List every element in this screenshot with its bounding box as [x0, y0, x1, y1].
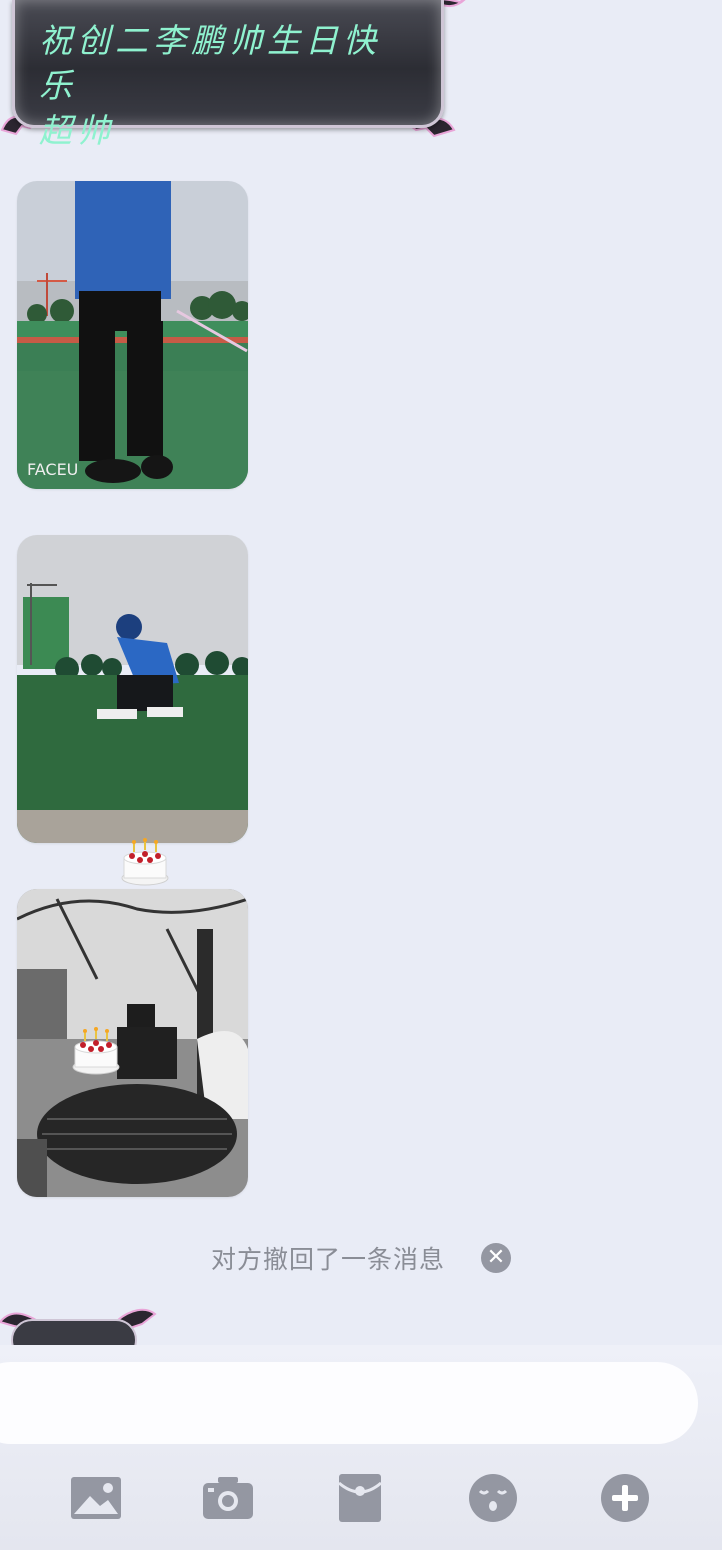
photo-message[interactable] — [17, 535, 248, 843]
image-button[interactable] — [68, 1470, 124, 1526]
composer-toolbar — [0, 1470, 722, 1530]
message-text: 祝创二李鹏帅生日快乐 超帅 — [39, 21, 381, 150]
recall-notice-text: 对方撤回了一条消息 — [210, 1245, 445, 1274]
cake-icon — [121, 838, 169, 886]
photo-standing-on-field: FACEU — [17, 181, 248, 489]
cake-icon — [72, 1027, 120, 1075]
birthday-cake-emoji — [71, 1027, 121, 1075]
composer-area — [0, 1345, 722, 1550]
plus-icon — [601, 1474, 649, 1522]
close-icon[interactable]: ✕ — [481, 1243, 511, 1273]
camera-button[interactable] — [200, 1470, 256, 1526]
birthday-cake-emoji — [120, 838, 170, 886]
svg-text:FACEU: FACEU — [27, 460, 78, 479]
red-packet-icon — [338, 1474, 382, 1522]
bat-wing-decoration-icon — [0, 1308, 157, 1345]
chat-area[interactable]: 祝创二李鹏帅生日快乐 超帅 FACEU 对方撤回了一条消息 ✕ — [0, 0, 722, 1345]
red-packet-button[interactable] — [332, 1470, 388, 1526]
photo-sitting-by-table — [17, 889, 248, 1197]
photo-crouching-on-field — [17, 535, 248, 843]
emoji-face-icon — [469, 1474, 517, 1522]
emoji-button[interactable] — [465, 1470, 521, 1526]
more-button[interactable] — [597, 1470, 653, 1526]
photo-message[interactable] — [17, 889, 248, 1197]
partial-message-bubble[interactable] — [0, 1300, 170, 1345]
photo-message[interactable]: FACEU — [17, 181, 248, 489]
camera-icon — [203, 1477, 253, 1519]
recalled-message-notice: 对方撤回了一条消息 ✕ — [0, 1238, 722, 1278]
image-icon — [71, 1477, 121, 1519]
message-input[interactable] — [0, 1362, 698, 1444]
text-message-bubble[interactable]: 祝创二李鹏帅生日快乐 超帅 — [12, 0, 444, 150]
